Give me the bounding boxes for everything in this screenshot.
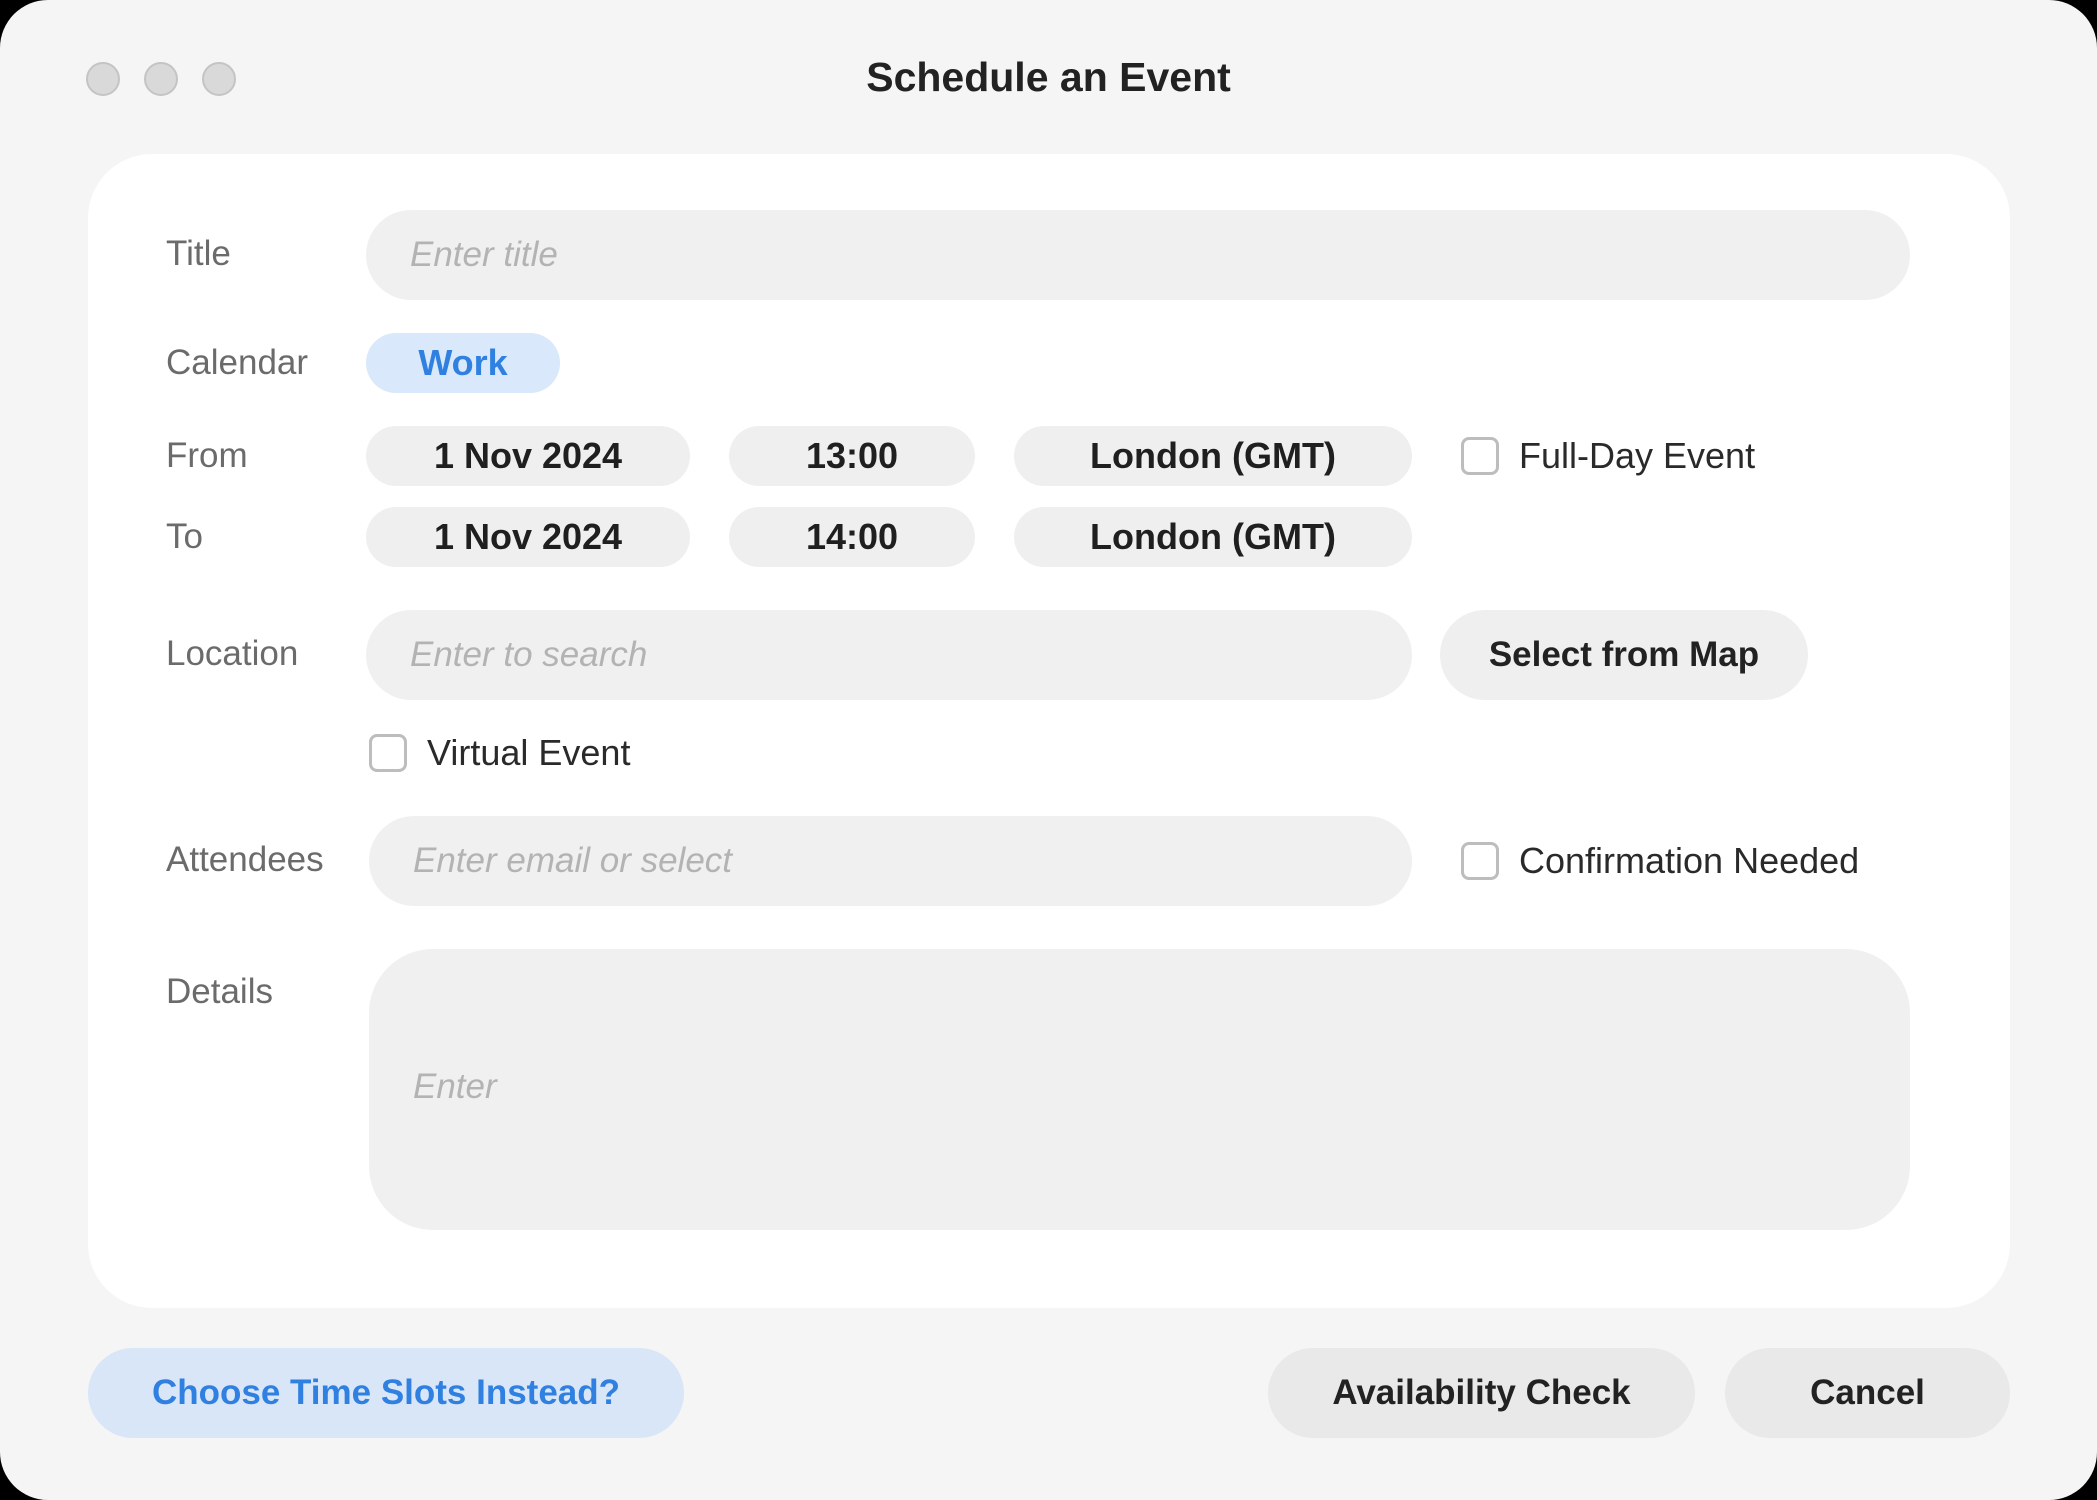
schedule-event-window: Schedule an Event Title Enter title Cale…: [0, 0, 2097, 1500]
choose-time-slots-button[interactable]: Choose Time Slots Instead?: [88, 1348, 684, 1438]
full-day-event-option[interactable]: Full-Day Event: [1461, 435, 1755, 477]
cancel-button[interactable]: Cancel: [1725, 1348, 2010, 1438]
title-label: Title: [166, 234, 231, 273]
attendees-label: Attendees: [166, 840, 324, 879]
full-day-event-label: Full-Day Event: [1519, 435, 1756, 476]
availability-check-button[interactable]: Availability Check: [1268, 1348, 1695, 1438]
from-label: From: [166, 436, 248, 475]
calendar-selector[interactable]: Work: [366, 333, 560, 393]
event-form-panel: Title Enter title Calendar Work From 1 N…: [88, 154, 2010, 1308]
window-title: Schedule an Event: [866, 54, 1231, 100]
location-search-input[interactable]: Enter to search: [366, 610, 1412, 700]
full-day-event-checkbox[interactable]: [1461, 437, 1499, 475]
from-timezone-picker[interactable]: London (GMT): [1014, 426, 1412, 486]
select-from-map-button[interactable]: Select from Map: [1440, 610, 1808, 700]
to-label: To: [166, 517, 203, 556]
confirmation-needed-label: Confirmation Needed: [1519, 840, 1860, 881]
to-timezone-picker[interactable]: London (GMT): [1014, 507, 1412, 567]
calendar-label: Calendar: [166, 343, 309, 382]
virtual-event-checkbox[interactable]: [369, 734, 407, 772]
details-textarea[interactable]: Enter: [369, 949, 1910, 1230]
confirmation-needed-checkbox[interactable]: [1461, 842, 1499, 880]
attendees-input[interactable]: Enter email or select: [369, 816, 1412, 906]
from-time-picker[interactable]: 13:00: [729, 426, 975, 486]
details-label: Details: [166, 972, 273, 1011]
title-input[interactable]: Enter title: [366, 210, 1910, 300]
virtual-event-label: Virtual Event: [427, 732, 631, 773]
location-label: Location: [166, 634, 299, 673]
virtual-event-option[interactable]: Virtual Event: [369, 732, 630, 774]
from-date-picker[interactable]: 1 Nov 2024: [366, 426, 690, 486]
to-time-picker[interactable]: 14:00: [729, 507, 975, 567]
confirmation-needed-option[interactable]: Confirmation Needed: [1461, 840, 1859, 882]
to-date-picker[interactable]: 1 Nov 2024: [366, 507, 690, 567]
details-placeholder: Enter: [413, 1067, 497, 1106]
